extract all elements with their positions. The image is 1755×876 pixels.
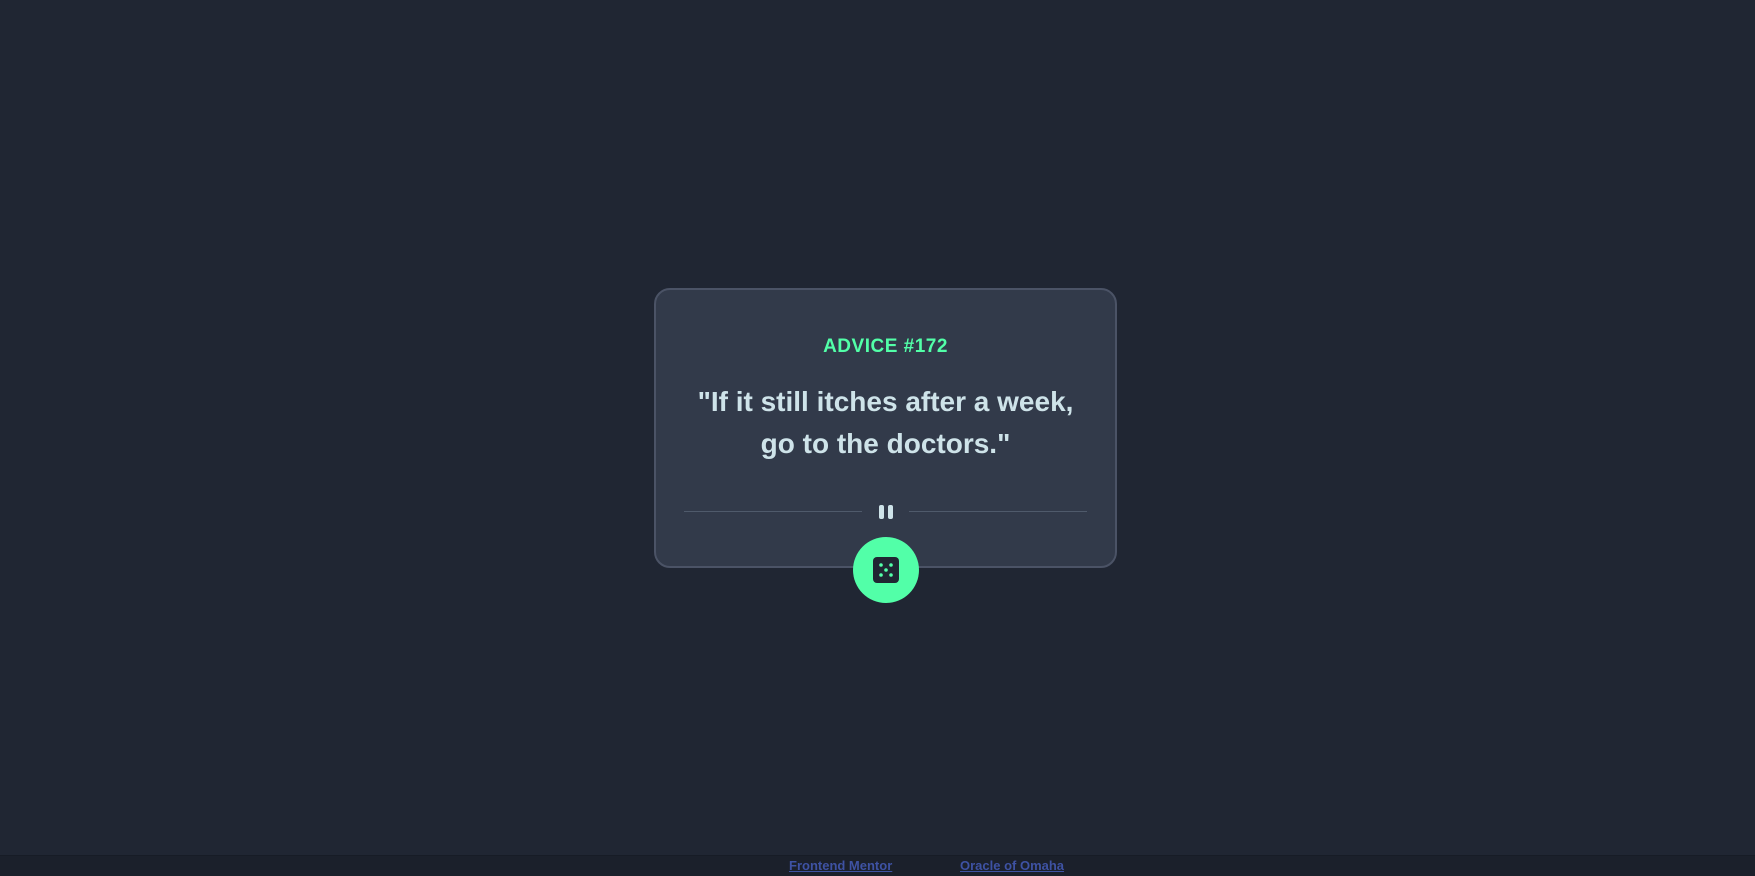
advice-quote: "If it still itches after a week, go to … (680, 381, 1091, 465)
advice-card: ADVICE #172 "If it still itches after a … (654, 288, 1117, 568)
advice-quote-line-1: "If it still itches after a week, (697, 386, 1074, 417)
dice-icon (873, 557, 899, 583)
pause-divider-icon (876, 504, 896, 520)
divider (684, 504, 1087, 520)
advice-quote-line-2: go to the doctors." (760, 428, 1011, 459)
page: ADVICE #172 "If it still itches after a … (0, 0, 1755, 876)
divider-line-right (909, 511, 1087, 512)
advice-id: ADVICE #172 (823, 336, 948, 357)
oracle-of-omaha-link[interactable]: Oracle of Omaha (960, 858, 1064, 873)
divider-line-left (684, 511, 862, 512)
frontend-mentor-link[interactable]: Frontend Mentor (789, 858, 892, 873)
generate-advice-button[interactable] (853, 537, 919, 603)
footer: Frontend Mentor Oracle of Omaha (0, 855, 1755, 876)
